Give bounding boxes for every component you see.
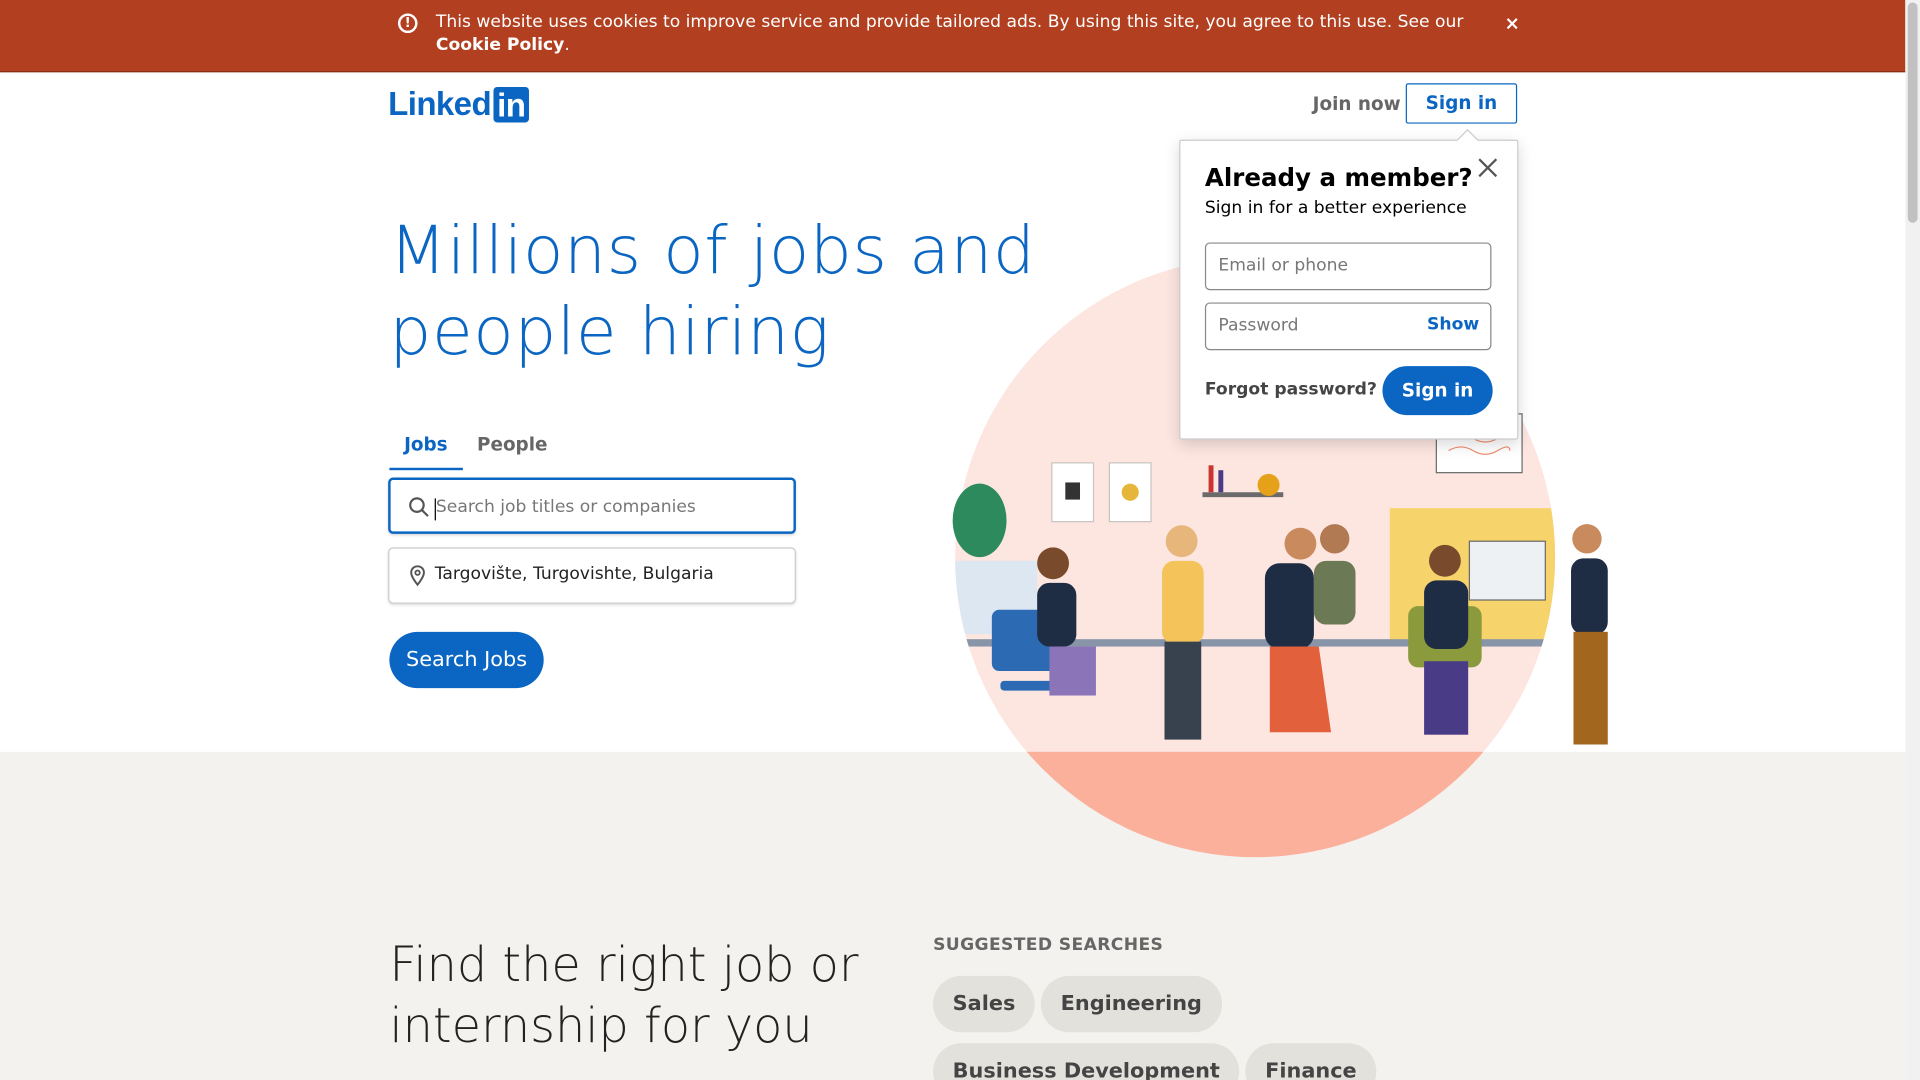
show-password-button[interactable]: Show [1427,315,1479,335]
scrollbar-thumb[interactable] [1907,2,1918,223]
sign-in-popup: Already a member? Sign in for a better e… [1179,128,1519,440]
suggested-searches-label: SUGGESTED SEARCHES [933,935,1164,956]
email-placeholder: Email or phone [1218,255,1349,276]
join-now-link[interactable]: Join now [1303,88,1410,120]
logo-text: Linked [388,85,492,122]
chip-business-development[interactable]: Business Development [933,1043,1240,1080]
cookie-banner: ! This website uses cookies to improve s… [0,0,1906,73]
alert-icon: ! [397,13,418,34]
scrollbar[interactable] [1905,0,1920,1080]
cookie-message: This website uses cookies to improve ser… [436,11,1489,58]
popup-title: Already a member? [1204,162,1473,193]
location-input[interactable]: Targovište, Turgovishte, Bulgaria [388,547,796,604]
find-job-title: Find the right job or internship for you [389,937,859,1055]
logo-box: in [493,86,530,123]
location-value: Targovište, Turgovishte, Bulgaria [434,564,714,585]
tab-people[interactable]: People [462,424,562,468]
password-placeholder: Password [1218,315,1299,336]
cookie-policy-link[interactable]: Cookie Policy [436,36,564,56]
job-search-placeholder: Search job titles or companies [435,497,696,517]
search-jobs-button[interactable]: Search Jobs [389,631,544,689]
close-icon[interactable] [1477,157,1499,179]
search-icon [409,497,429,517]
linkedin-logo[interactable]: Linked in [388,85,530,123]
cookie-period: . [564,35,570,56]
forgot-password-link[interactable]: Forgot password? [1205,380,1377,400]
chip-finance[interactable]: Finance [1245,1043,1377,1080]
cookie-text: This website uses cookies to improve ser… [435,12,1464,32]
tab-jobs[interactable]: Jobs [389,424,463,471]
popup-arrow [1456,128,1479,152]
chip-engineering[interactable]: Engineering [1041,975,1222,1033]
popup-sign-in-button[interactable]: Sign in [1382,366,1493,416]
search-tabs: Jobs People [389,424,562,471]
popup-subtitle: Sign in for a better experience [1204,198,1467,218]
suggested-searches: Sales Engineering Business Development F… [933,975,1398,1080]
chip-sales[interactable]: Sales [933,975,1035,1033]
close-icon[interactable]: × [1501,12,1523,34]
email-field[interactable]: Email or phone [1204,242,1492,291]
job-search-input[interactable]: Search job titles or companies [388,477,796,534]
password-field[interactable]: Password Show [1204,302,1492,351]
location-pin-icon [410,565,425,587]
sign-in-button[interactable]: Sign in [1405,83,1518,124]
page: ! This website uses cookies to improve s… [0,0,1920,1080]
